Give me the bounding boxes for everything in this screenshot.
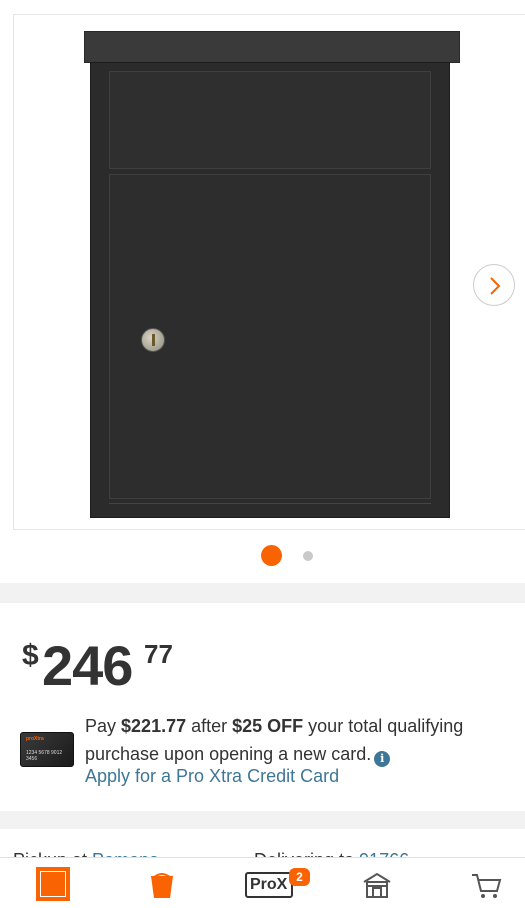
apply-credit-card-link[interactable]: Apply for a Pro Xtra Credit Card	[85, 766, 339, 787]
prox-button[interactable]: ProX	[245, 872, 293, 898]
product-image-gallery	[0, 0, 525, 583]
credit-card-promo: Pay $221.77 after $25 OFF your total qua…	[85, 712, 505, 768]
chevron-right-icon	[490, 277, 501, 295]
home-depot-logo-icon[interactable]	[36, 867, 70, 901]
bucket-icon-svg	[151, 873, 173, 898]
mailbox-door	[109, 174, 431, 499]
price-dollars: 246	[42, 634, 133, 697]
carousel-dot-active[interactable]	[261, 545, 282, 566]
price-cents: 77	[144, 639, 173, 669]
card-number: 1234 5678 9012 3456	[26, 750, 63, 762]
card-brand: proXtra	[26, 736, 44, 742]
mailbox-illustration	[84, 31, 460, 518]
carousel-dots	[0, 545, 525, 567]
store-icon-svg	[363, 872, 391, 898]
product-image[interactable]	[13, 14, 525, 530]
mailbox-top	[84, 31, 460, 63]
prox-label: ProX	[250, 876, 288, 893]
promo-prefix: Pay	[85, 716, 122, 736]
store-icon[interactable]	[361, 871, 393, 901]
promo-discounted-price: $221.77	[121, 716, 187, 736]
info-icon[interactable]: i	[374, 751, 391, 767]
mailbox-body	[90, 62, 450, 518]
promo-discount: $25 OFF	[232, 716, 304, 736]
promo-after: after	[186, 716, 233, 736]
cart-icon[interactable]	[470, 871, 502, 901]
logo-border	[40, 871, 66, 897]
bottom-nav-bar: ProX 2	[0, 857, 525, 908]
cart-icon-svg	[472, 874, 502, 898]
price-card: $ 246 77 proXtra 1234 5678 9012 3456 Pay…	[0, 603, 525, 811]
carousel-dot[interactable]	[303, 551, 313, 561]
mailbox-lid	[109, 71, 431, 169]
credit-card-image: proXtra 1234 5678 9012 3456	[20, 732, 74, 767]
price-currency-symbol: $	[22, 639, 39, 672]
mailbox-bottom	[109, 503, 431, 509]
prox-notification-badge: 2	[289, 868, 310, 886]
next-image-button[interactable]	[473, 264, 515, 306]
mailbox-lock	[141, 328, 165, 352]
bucket-icon[interactable]	[148, 870, 176, 900]
